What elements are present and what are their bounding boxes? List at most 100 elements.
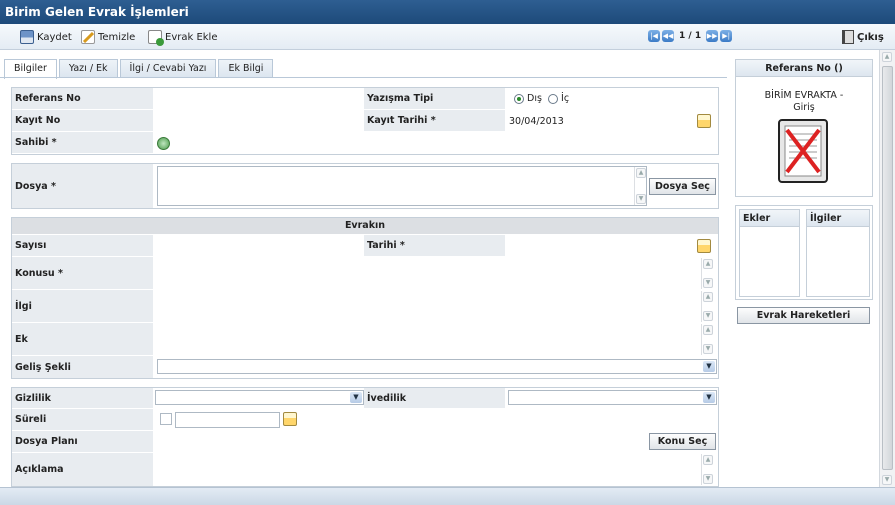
radio-ic-label: İç (561, 93, 570, 104)
tab-ilgi-cevabi-yazi[interactable]: İlgi / Cevabi Yazı (119, 59, 217, 78)
yazisma-tipi-options: Dış İç (514, 93, 569, 104)
aciklama-label: Açıklama (12, 453, 153, 486)
scroll-down-icon[interactable]: ▼ (703, 311, 713, 321)
chevron-down-icon[interactable]: ▼ (703, 361, 715, 372)
floppy-icon (20, 30, 34, 44)
sahibi-row: Sahibi * (12, 132, 718, 154)
ivedilik-select[interactable]: ▼ (508, 390, 717, 405)
exit-button[interactable]: Çıkış (842, 29, 884, 45)
radio-dis-label: Dış (527, 93, 542, 104)
dosya-sec-button[interactable]: Dosya Seç (649, 178, 716, 195)
sahibi-label: Sahibi * (12, 132, 153, 153)
details-box: Gizlilik ▼ İvedilik ▼ Süreli Dosya Planı… (11, 387, 719, 487)
ek-row: Ek ▲ ▼ (12, 323, 718, 356)
scroll-up-icon[interactable]: ▲ (703, 455, 713, 465)
gelis-sekli-row: Geliş Şekli ▼ (12, 356, 718, 378)
last-page-icon[interactable]: ▶| (720, 30, 733, 42)
chevron-down-icon[interactable]: ▼ (350, 392, 362, 403)
save-label: Kaydet (37, 31, 72, 43)
scroll-up-icon[interactable]: ▲ (636, 168, 646, 178)
tarihi-label: Tarihi * (364, 235, 505, 256)
gelis-sekli-select[interactable]: ▼ (157, 359, 717, 374)
clear-button[interactable]: Temizle (81, 29, 135, 45)
evrakin-section-header: Evrakın (12, 218, 718, 234)
main-panel: Referans No Yazışma Tipi Dış İç Kayıt No… (0, 77, 727, 487)
scroll-thumb[interactable] (882, 66, 893, 470)
tab-ek-bilgi[interactable]: Ek Bilgi (218, 59, 274, 78)
sureli-checkbox[interactable] (160, 413, 172, 425)
ek-label: Ek (12, 323, 153, 355)
ivedilik-label: İvedilik (364, 388, 505, 408)
kayit-tarihi-value[interactable]: 30/04/2013 (509, 116, 564, 127)
status-bar (0, 487, 895, 505)
ekler-list[interactable]: Ekler (739, 209, 800, 297)
calendar-icon[interactable] (697, 114, 711, 128)
sureli-row: Süreli (12, 409, 718, 431)
add-owner-icon[interactable] (157, 137, 170, 150)
dosya-plani-row: Dosya Planı Konu Seç (12, 431, 718, 453)
scroll-up-icon[interactable]: ▲ (882, 52, 892, 62)
add-document-label: Evrak Ekle (165, 31, 218, 43)
save-button[interactable]: Kaydet (20, 29, 72, 45)
radio-ic[interactable] (547, 93, 558, 104)
scrollbar[interactable]: ▲ ▼ (701, 291, 713, 322)
scroll-up-icon[interactable]: ▲ (703, 325, 713, 335)
first-page-icon[interactable]: |◀ (648, 30, 660, 42)
add-document-button[interactable]: Evrak Ekle (148, 29, 218, 46)
konusu-label: Konusu * (12, 257, 153, 289)
document-cancelled-icon (777, 118, 830, 184)
radio-dis[interactable] (514, 93, 524, 104)
dosya-textarea[interactable]: ▲ ▼ (157, 166, 647, 206)
tab-bar: Bilgiler Yazı / Ek İlgi / Cevabi Yazı Ek… (4, 59, 274, 79)
toolbar: Kaydet Temizle Evrak Ekle |◀ ◀◀ 1 / 1 ▶▶… (0, 24, 895, 50)
scrollbar[interactable]: ▲ ▼ (701, 454, 713, 485)
dosya-plani-label: Dosya Planı (12, 431, 153, 452)
kayit-tarihi-label: Kayıt Tarihi * (364, 110, 505, 131)
scroll-down-icon[interactable]: ▼ (703, 474, 713, 484)
scrollbar[interactable]: ▲ ▼ (634, 167, 646, 205)
pager: |◀ ◀◀ 1 / 1 ▶▶ ▶| (648, 30, 733, 42)
pager-text: 1 / 1 (679, 31, 702, 41)
calendar-icon[interactable] (697, 239, 711, 253)
scroll-down-icon[interactable]: ▼ (703, 278, 713, 288)
kayit-row: Kayıt No Kayıt Tarihi * 30/04/2013 (12, 110, 718, 132)
add-document-icon (148, 30, 164, 46)
sureli-date-input[interactable] (175, 412, 280, 428)
tab-yazi-ek[interactable]: Yazı / Ek (58, 59, 118, 78)
ilgiler-list[interactable]: İlgiler (806, 209, 870, 297)
scroll-down-icon[interactable]: ▼ (882, 475, 892, 485)
ilgiler-header: İlgiler (807, 210, 869, 227)
evrakin-box: Evrakın Sayısı Tarihi * Konusu * ▲ ▼ İlg… (11, 217, 719, 379)
scroll-down-icon[interactable]: ▼ (636, 194, 646, 204)
scroll-down-icon[interactable]: ▼ (703, 344, 713, 354)
scroll-up-icon[interactable]: ▲ (703, 259, 713, 269)
exit-door-icon (842, 30, 854, 44)
evrak-hareketleri-button[interactable]: Evrak Hareketleri (737, 307, 870, 324)
gizlilik-row: Gizlilik ▼ İvedilik ▼ (12, 388, 718, 409)
chevron-down-icon[interactable]: ▼ (703, 392, 715, 403)
scroll-up-icon[interactable]: ▲ (703, 292, 713, 302)
related-panel: Ekler İlgiler (735, 205, 873, 300)
eraser-pencil-icon (81, 30, 95, 44)
scrollbar[interactable]: ▲ ▼ (701, 324, 713, 355)
next-page-icon[interactable]: ▶▶ (706, 30, 719, 42)
ilgi-label: İlgi (12, 290, 153, 322)
ekler-header: Ekler (740, 210, 799, 227)
registration-box: Referans No Yazışma Tipi Dış İç Kayıt No… (11, 87, 719, 155)
page-scrollbar[interactable]: ▲ ▼ (879, 50, 895, 487)
scrollbar[interactable]: ▲ ▼ (701, 258, 713, 289)
sayisi-label: Sayısı (12, 235, 153, 256)
sayisi-row: Sayısı Tarihi * (12, 235, 718, 257)
yazisma-tipi-label: Yazışma Tipi (364, 88, 505, 109)
konu-sec-button[interactable]: Konu Seç (649, 433, 716, 450)
gizlilik-select[interactable]: ▼ (155, 390, 364, 405)
ilgi-row: İlgi ▲ ▼ (12, 290, 718, 323)
calendar-icon[interactable] (283, 412, 297, 426)
gizlilik-label: Gizlilik (12, 388, 153, 408)
tab-bilgiler[interactable]: Bilgiler (4, 59, 57, 79)
prev-page-icon[interactable]: ◀◀ (662, 30, 674, 42)
kayit-no-label: Kayıt No (12, 110, 153, 131)
referans-row: Referans No Yazışma Tipi Dış İç (12, 88, 718, 110)
referans-panel: Referans No () BİRİM EVRAKTA - Giriş (735, 59, 873, 197)
konusu-row: Konusu * ▲ ▼ (12, 257, 718, 290)
